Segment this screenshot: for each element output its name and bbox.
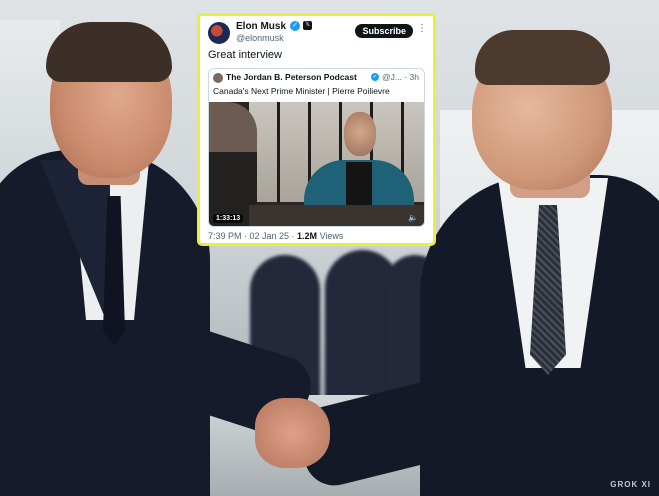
quoted-avatar [213, 73, 223, 83]
subscribe-button[interactable]: Subscribe [355, 24, 413, 38]
quoted-tweet-header: The Jordan B. Peterson Podcast ✓ @J... ·… [213, 72, 420, 84]
video-thumbnail[interactable]: 1:33:13 🔈 [209, 102, 424, 226]
grok-watermark: GROK XI [610, 480, 651, 489]
right-man-hair [475, 30, 610, 85]
avatar[interactable] [208, 22, 230, 44]
quoted-handle-time: @J... · 3h [382, 72, 419, 82]
tweet-meta: 7:39 PM · 02 Jan 25 · 1.2M Views [208, 231, 343, 241]
quoted-verified-badge-icon: ✓ [371, 73, 379, 81]
studio-table [249, 205, 424, 226]
tweet-timestamp[interactable]: 7:39 PM · 02 Jan 25 · [208, 231, 297, 241]
tweet-text: Great interview [208, 49, 282, 61]
author-name[interactable]: Elon Musk [236, 21, 286, 32]
more-options-icon[interactable]: ⋮ [417, 24, 427, 34]
verified-badge-icon: ✓ [290, 21, 300, 31]
tweet-header: Elon Musk ✓ 𝕏 @elonmusk Subscribe ⋮ [208, 21, 427, 51]
x-affiliation-icon: 𝕏 [303, 21, 312, 30]
guest-head [344, 112, 376, 156]
left-man-hair [46, 22, 172, 82]
mute-icon[interactable]: 🔈 [408, 213, 418, 222]
tweet-card: Elon Musk ✓ 𝕏 @elonmusk Subscribe ⋮ Grea… [197, 13, 436, 246]
quoted-tweet[interactable]: The Jordan B. Peterson Podcast ✓ @J... ·… [208, 68, 425, 227]
views-label: Views [317, 231, 344, 241]
author-handle[interactable]: @elonmusk [236, 33, 284, 43]
video-duration-badge: 1:33:13 [213, 214, 244, 223]
views-count: 1.2M [297, 231, 318, 241]
handshake [255, 398, 330, 468]
quoted-author-name: The Jordan B. Peterson Podcast [226, 72, 357, 82]
quoted-tweet-text: Canada's Next Prime Minister | Pierre Po… [213, 86, 390, 96]
